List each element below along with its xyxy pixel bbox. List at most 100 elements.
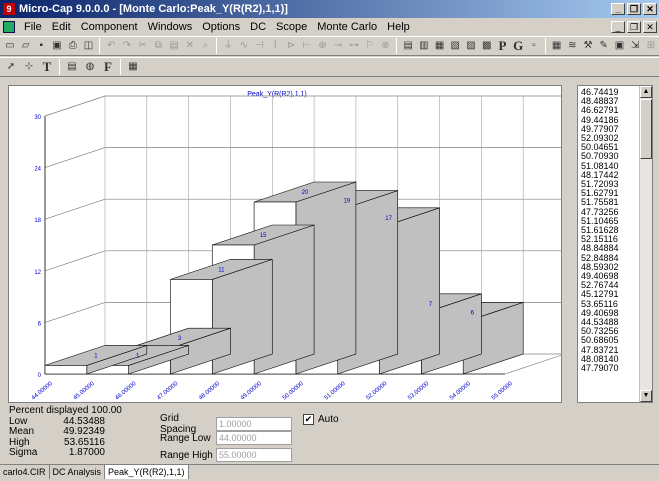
mesh-icon[interactable]: ≋ bbox=[565, 38, 579, 54]
range-high-input[interactable]: 55.00000 bbox=[216, 448, 292, 462]
capacitor-icon[interactable]: ⊣ bbox=[253, 38, 267, 54]
scroll-up-arrow-icon[interactable]: ▲ bbox=[640, 86, 652, 98]
toolbar-separator bbox=[59, 59, 60, 75]
save-all-icon[interactable]: ▣ bbox=[50, 38, 64, 54]
x-tick-label: 46.00000 bbox=[114, 380, 138, 401]
delete-icon[interactable]: ✕ bbox=[183, 38, 197, 54]
x-tick-label: 48.00000 bbox=[198, 380, 222, 401]
y-tick-label: 0 bbox=[38, 373, 42, 379]
scale-icon[interactable]: ⇲ bbox=[628, 38, 642, 54]
palette-icon[interactable]: ◍ bbox=[82, 59, 98, 75]
auto-option: ✔ Auto bbox=[303, 414, 339, 425]
chart-title: Peak_Y(R(R2),1,1) bbox=[247, 91, 307, 98]
print-icon[interactable]: ⎙ bbox=[66, 38, 80, 54]
close-button[interactable]: ✕ bbox=[643, 3, 657, 15]
redo-icon[interactable]: ↷ bbox=[120, 38, 134, 54]
open-icon[interactable]: ▱ bbox=[19, 38, 33, 54]
menu-file[interactable]: File bbox=[19, 21, 47, 33]
find-icon[interactable]: ⌕ bbox=[199, 38, 213, 54]
pointer-icon[interactable]: ➚ bbox=[3, 59, 19, 75]
text-icon[interactable]: ▩ bbox=[480, 38, 494, 54]
copy-icon[interactable]: ⧉ bbox=[151, 38, 165, 54]
scroll-thumb[interactable] bbox=[640, 99, 652, 159]
scroll-down-arrow-icon[interactable]: ▼ bbox=[640, 390, 652, 402]
range-low-row: Range Low 44.00000 bbox=[160, 431, 292, 445]
y-tick-label: 18 bbox=[34, 218, 41, 224]
menu-options[interactable]: Options bbox=[197, 21, 245, 33]
undo-icon[interactable]: ↶ bbox=[104, 38, 118, 54]
flag-icon[interactable]: ⚐ bbox=[363, 38, 377, 54]
menu-component[interactable]: Component bbox=[76, 21, 143, 33]
grid-toggle-icon[interactable]: ▦ bbox=[125, 59, 141, 75]
document-icon[interactable] bbox=[3, 21, 15, 33]
grid-line bbox=[44, 250, 106, 272]
print-preview-icon[interactable]: ◫ bbox=[82, 38, 96, 54]
ground-icon[interactable]: ⏚ bbox=[221, 38, 235, 54]
label-icon[interactable]: ▫ bbox=[527, 38, 541, 54]
microcap-icon[interactable]: 9 bbox=[3, 3, 15, 15]
transistor-icon[interactable]: ⊢ bbox=[300, 38, 314, 54]
x-tick-label: 49.00000 bbox=[240, 380, 264, 401]
mdi-restore-button[interactable]: ❐ bbox=[627, 21, 641, 33]
new-icon[interactable]: ▭ bbox=[3, 38, 17, 54]
probe-icon[interactable]: ⊗ bbox=[379, 38, 393, 54]
tile-icon[interactable]: ▦ bbox=[550, 38, 564, 54]
menu-monte-carlo[interactable]: Monte Carlo bbox=[312, 21, 382, 33]
toolbar-separator bbox=[396, 38, 398, 54]
cut-icon[interactable]: ✂ bbox=[136, 38, 150, 54]
select-icon[interactable]: ⊹ bbox=[21, 59, 37, 75]
p-icon[interactable]: P bbox=[496, 38, 510, 54]
tools-icon[interactable]: ⚒ bbox=[581, 38, 595, 54]
diode-icon[interactable]: ⊳ bbox=[284, 38, 298, 54]
grid-spacing-input[interactable]: 1.00000 bbox=[216, 417, 292, 431]
restore-button[interactable]: ❐ bbox=[627, 3, 641, 15]
layout-icon[interactable]: ▤ bbox=[401, 38, 415, 54]
tab-histogram[interactable]: Peak_Y(R(R2),1,1) bbox=[105, 465, 189, 479]
grid-icon[interactable]: ▦ bbox=[433, 38, 447, 54]
minimize-button[interactable]: _ bbox=[611, 3, 625, 15]
menu-scope[interactable]: Scope bbox=[271, 21, 312, 33]
tab-circuit[interactable]: carlo4.CIR bbox=[0, 465, 50, 479]
resistor-icon[interactable]: ∿ bbox=[237, 38, 251, 54]
x-tick-label: 44.00000 bbox=[31, 380, 55, 401]
bus-icon[interactable]: ⊶ bbox=[347, 38, 361, 54]
menu-help[interactable]: Help bbox=[382, 21, 415, 33]
values-scrollbar[interactable]: ▲ ▼ bbox=[639, 86, 652, 402]
table-icon[interactable]: ▨ bbox=[464, 38, 478, 54]
main-toolbar: ▭ ▱ ▪ ▣ ⎙ ◫ ↶ ↷ ✂ ⧉ ▤ ✕ ⌕ ⏚ ∿ ⊣ ⌇ ⊳ ⊢ ⊕ … bbox=[0, 36, 659, 56]
zoom-icon[interactable]: ⊞ bbox=[644, 38, 658, 54]
x-tick-label: 54.00000 bbox=[449, 380, 473, 401]
g-icon[interactable]: G bbox=[511, 38, 525, 54]
range-low-input[interactable]: 44.00000 bbox=[216, 431, 292, 445]
tab-dc-analysis[interactable]: DC Analysis bbox=[49, 465, 106, 479]
menu-bar: File Edit Component Windows Options DC S… bbox=[0, 18, 659, 36]
mdi-close-button[interactable]: ✕ bbox=[643, 21, 657, 33]
font-icon[interactable]: F bbox=[100, 59, 116, 75]
menu-windows[interactable]: Windows bbox=[143, 21, 198, 33]
wire-icon[interactable]: ⊸ bbox=[331, 38, 345, 54]
properties-icon[interactable]: ▤ bbox=[64, 59, 80, 75]
histogram-svg: Peak_Y(R(R2),1,1) 0 6 12 18 24 30 44.00000 45.… bbox=[31, 91, 566, 402]
save-icon[interactable]: ▪ bbox=[34, 38, 48, 54]
auto-checkbox[interactable]: ✔ bbox=[303, 414, 314, 425]
window-icon[interactable]: ▥ bbox=[417, 38, 431, 54]
sigma-value: 1.87000 bbox=[68, 447, 105, 458]
menu-dc[interactable]: DC bbox=[245, 21, 271, 33]
values-list[interactable]: 46.74419 48.48837 46.62791 49.44186 49.77907… bbox=[577, 85, 653, 403]
grid-line bbox=[44, 198, 106, 220]
text-tool-icon[interactable]: T bbox=[39, 59, 55, 75]
pencil-icon[interactable]: ✎ bbox=[597, 38, 611, 54]
image-icon[interactable]: ▣ bbox=[613, 38, 627, 54]
x-tick-label: 52.00000 bbox=[365, 380, 389, 401]
mdi-minimize-button[interactable]: _ bbox=[611, 21, 625, 33]
bar-value-label: 19 bbox=[343, 199, 350, 205]
source-icon[interactable]: ⊕ bbox=[316, 38, 330, 54]
histogram-plot[interactable]: Peak_Y(R(R2),1,1) 0 6 12 18 24 30 44.00000 45.… bbox=[8, 85, 566, 403]
y-tick-label: 30 bbox=[34, 115, 41, 121]
bar-value-label: 20 bbox=[302, 190, 309, 196]
y-tick-label: 12 bbox=[34, 270, 41, 276]
menu-edit[interactable]: Edit bbox=[47, 21, 76, 33]
paste-icon[interactable]: ▤ bbox=[167, 38, 181, 54]
plot-icon[interactable]: ▧ bbox=[448, 38, 462, 54]
inductor-icon[interactable]: ⌇ bbox=[269, 38, 283, 54]
